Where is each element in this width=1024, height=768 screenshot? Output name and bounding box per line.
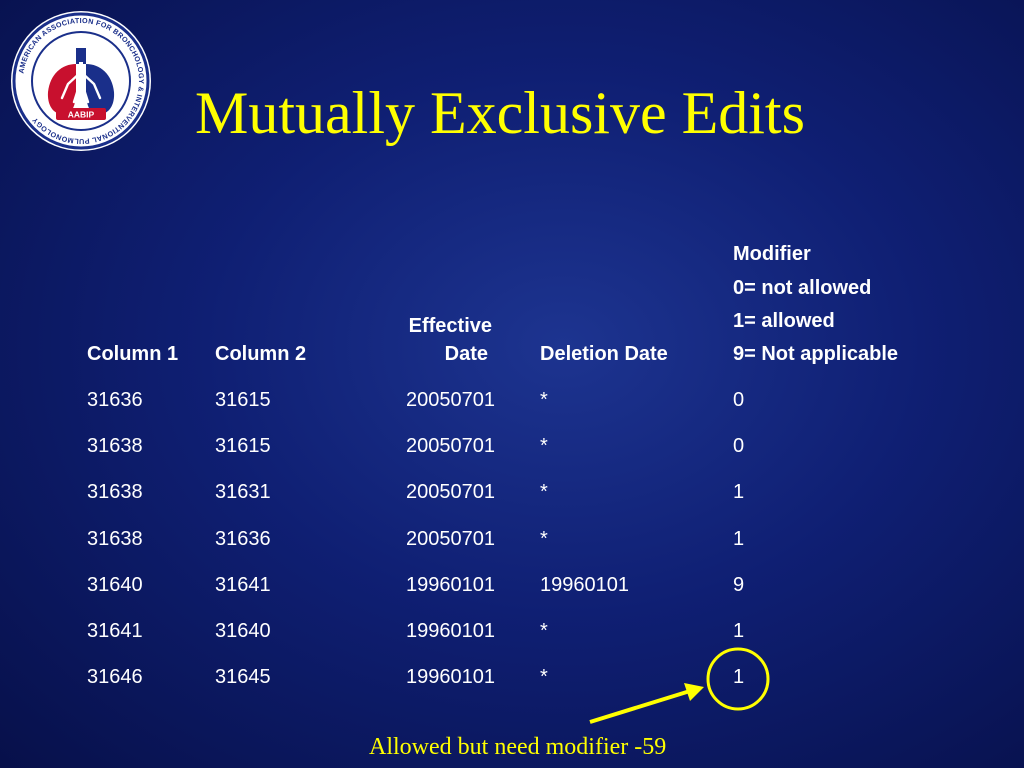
cell-effective-date: 20050701	[406, 481, 495, 503]
header-column-1: Column 1	[87, 343, 179, 365]
header-modifier-line4: 9= Not applicable	[733, 343, 899, 365]
cell-deletion-date: *	[540, 481, 548, 503]
cell-effective-date: 19960101	[406, 666, 495, 688]
cell-column-2: 31636	[215, 528, 271, 550]
header-modifier-line2: 0= not allowed	[733, 277, 872, 299]
cell-column-1: 31638	[87, 435, 143, 457]
cell-column-2: 31640	[215, 620, 271, 642]
header-modifier-line3: 1= allowed	[733, 310, 835, 332]
header-effective-line2: Date	[444, 343, 488, 365]
cell-column-1: 31636	[87, 389, 143, 411]
cell-effective-date: 19960101	[406, 620, 495, 642]
cell-column-2: 31615	[215, 435, 271, 457]
cell-column-2: 31631	[215, 481, 271, 503]
logo-acronym: AABIP	[68, 110, 95, 120]
cell-deletion-date: 19960101	[540, 574, 629, 596]
cell-column-1: 31641	[87, 620, 143, 642]
cell-deletion-date: *	[540, 435, 548, 457]
annotation-arrow-head	[684, 683, 704, 701]
cell-deletion-date: *	[540, 620, 548, 642]
cell-modifier: 9	[733, 574, 745, 596]
cell-effective-date: 20050701	[406, 528, 495, 550]
cell-modifier: 1	[733, 620, 745, 642]
slide-title: Mutually Exclusive Edits	[195, 80, 805, 146]
cell-modifier: 0	[733, 435, 745, 457]
cell-modifier: 1	[733, 666, 745, 688]
cell-effective-date: 19960101	[406, 574, 495, 596]
cell-column-2: 31641	[215, 574, 271, 596]
cell-modifier: 1	[733, 528, 745, 550]
cell-deletion-date: *	[540, 389, 548, 411]
header-column-2: Column 2	[215, 343, 307, 365]
cell-column-1: 31640	[87, 574, 143, 596]
cell-effective-date: 20050701	[406, 389, 495, 411]
cell-column-2: 31615	[215, 389, 271, 411]
cell-deletion-date: *	[540, 666, 548, 688]
header-modifier-line1: Modifier	[733, 243, 811, 265]
cell-column-1: 31638	[87, 528, 143, 550]
annotation-arrow-line	[589, 689, 691, 724]
header-effective-line1: Effective	[408, 315, 492, 337]
header-deletion-date: Deletion Date	[540, 343, 668, 365]
cell-column-2: 31645	[215, 666, 271, 688]
cell-modifier: 0	[733, 389, 745, 411]
cell-column-1: 31638	[87, 481, 143, 503]
cell-modifier: 1	[733, 481, 745, 503]
cell-effective-date: 20050701	[406, 435, 495, 457]
cell-column-1: 31646	[87, 666, 143, 688]
aabip-logo: AMERICAN ASSOCIATION FOR BRONCHOLOGY & I…	[11, 11, 151, 151]
cell-deletion-date: *	[540, 528, 548, 550]
annotation-note: Allowed but need modifier -59	[369, 734, 667, 760]
